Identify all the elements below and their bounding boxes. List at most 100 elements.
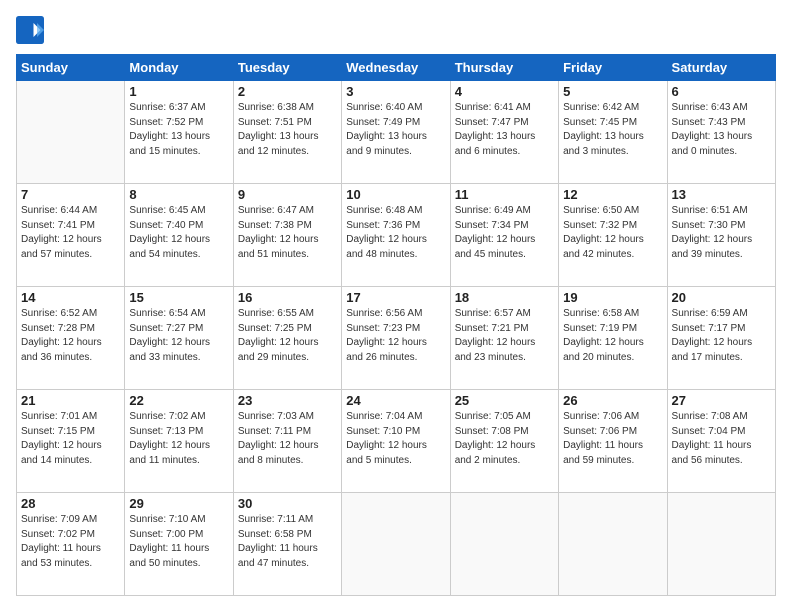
calendar-cell: 18 Sunrise: 6:57 AM Sunset: 7:21 PM Dayli… xyxy=(450,287,558,390)
day-info: Sunrise: 7:11 AM Sunset: 6:58 PM Dayligh… xyxy=(238,513,337,571)
day-info: Sunrise: 6:52 AM Sunset: 7:28 PM Dayligh… xyxy=(21,307,120,365)
day-info: Sunrise: 6:40 AM Sunset: 7:49 PM Dayligh… xyxy=(346,101,445,159)
day-number: 19 xyxy=(563,290,662,305)
day-number: 9 xyxy=(238,187,337,202)
day-info: Sunrise: 7:05 AM Sunset: 7:08 PM Dayligh… xyxy=(455,410,554,468)
day-number: 20 xyxy=(672,290,771,305)
day-info: Sunrise: 6:43 AM Sunset: 7:43 PM Dayligh… xyxy=(672,101,771,159)
day-number: 7 xyxy=(21,187,120,202)
day-number: 29 xyxy=(129,496,228,511)
day-number: 3 xyxy=(346,84,445,99)
weekday-header: Friday xyxy=(559,55,667,81)
day-number: 23 xyxy=(238,393,337,408)
calendar-cell: 27 Sunrise: 7:08 AM Sunset: 7:04 PM Dayli… xyxy=(667,390,775,493)
day-info: Sunrise: 6:44 AM Sunset: 7:41 PM Dayligh… xyxy=(21,204,120,262)
calendar-cell: 7 Sunrise: 6:44 AM Sunset: 7:41 PM Daylig… xyxy=(17,184,125,287)
calendar-cell: 4 Sunrise: 6:41 AM Sunset: 7:47 PM Daylig… xyxy=(450,81,558,184)
calendar-cell: 30 Sunrise: 7:11 AM Sunset: 6:58 PM Dayli… xyxy=(233,493,341,596)
day-info: Sunrise: 6:49 AM Sunset: 7:34 PM Dayligh… xyxy=(455,204,554,262)
day-number: 14 xyxy=(21,290,120,305)
day-number: 18 xyxy=(455,290,554,305)
day-info: Sunrise: 6:56 AM Sunset: 7:23 PM Dayligh… xyxy=(346,307,445,365)
day-number: 17 xyxy=(346,290,445,305)
day-info: Sunrise: 6:54 AM Sunset: 7:27 PM Dayligh… xyxy=(129,307,228,365)
day-number: 26 xyxy=(563,393,662,408)
calendar-cell xyxy=(342,493,450,596)
calendar-cell: 9 Sunrise: 6:47 AM Sunset: 7:38 PM Daylig… xyxy=(233,184,341,287)
day-info: Sunrise: 6:38 AM Sunset: 7:51 PM Dayligh… xyxy=(238,101,337,159)
day-info: Sunrise: 7:10 AM Sunset: 7:00 PM Dayligh… xyxy=(129,513,228,571)
calendar-cell: 26 Sunrise: 7:06 AM Sunset: 7:06 PM Dayli… xyxy=(559,390,667,493)
calendar-cell: 11 Sunrise: 6:49 AM Sunset: 7:34 PM Dayli… xyxy=(450,184,558,287)
day-info: Sunrise: 7:09 AM Sunset: 7:02 PM Dayligh… xyxy=(21,513,120,571)
calendar-cell: 10 Sunrise: 6:48 AM Sunset: 7:36 PM Dayli… xyxy=(342,184,450,287)
weekday-header: Sunday xyxy=(17,55,125,81)
calendar-cell xyxy=(450,493,558,596)
day-number: 11 xyxy=(455,187,554,202)
day-info: Sunrise: 6:58 AM Sunset: 7:19 PM Dayligh… xyxy=(563,307,662,365)
calendar-cell: 6 Sunrise: 6:43 AM Sunset: 7:43 PM Daylig… xyxy=(667,81,775,184)
weekday-header: Thursday xyxy=(450,55,558,81)
day-info: Sunrise: 6:55 AM Sunset: 7:25 PM Dayligh… xyxy=(238,307,337,365)
logo xyxy=(16,16,46,44)
day-number: 10 xyxy=(346,187,445,202)
calendar-cell xyxy=(17,81,125,184)
calendar-cell: 20 Sunrise: 6:59 AM Sunset: 7:17 PM Dayli… xyxy=(667,287,775,390)
day-number: 24 xyxy=(346,393,445,408)
day-number: 16 xyxy=(238,290,337,305)
calendar-cell: 21 Sunrise: 7:01 AM Sunset: 7:15 PM Dayli… xyxy=(17,390,125,493)
calendar-cell: 17 Sunrise: 6:56 AM Sunset: 7:23 PM Dayli… xyxy=(342,287,450,390)
day-number: 2 xyxy=(238,84,337,99)
day-info: Sunrise: 6:37 AM Sunset: 7:52 PM Dayligh… xyxy=(129,101,228,159)
day-number: 4 xyxy=(455,84,554,99)
calendar-cell: 1 Sunrise: 6:37 AM Sunset: 7:52 PM Daylig… xyxy=(125,81,233,184)
day-number: 28 xyxy=(21,496,120,511)
calendar-cell: 12Sunrise: 6:50 AM Sunset: 7:32 PM Dayli… xyxy=(559,184,667,287)
weekday-header: Monday xyxy=(125,55,233,81)
calendar-cell: 25 Sunrise: 7:05 AM Sunset: 7:08 PM Dayli… xyxy=(450,390,558,493)
day-number: 30 xyxy=(238,496,337,511)
calendar-cell xyxy=(667,493,775,596)
day-info: Sunrise: 7:02 AM Sunset: 7:13 PM Dayligh… xyxy=(129,410,228,468)
day-info: Sunrise: 7:01 AM Sunset: 7:15 PM Dayligh… xyxy=(21,410,120,468)
day-info: Sunrise: 6:45 AM Sunset: 7:40 PM Dayligh… xyxy=(129,204,228,262)
calendar-cell: 23 Sunrise: 7:03 AM Sunset: 7:11 PM Dayli… xyxy=(233,390,341,493)
calendar-table: SundayMondayTuesdayWednesdayThursdayFrid… xyxy=(16,54,776,596)
day-info: Sunrise: 7:08 AM Sunset: 7:04 PM Dayligh… xyxy=(672,410,771,468)
day-info: Sunrise: 6:57 AM Sunset: 7:21 PM Dayligh… xyxy=(455,307,554,365)
day-number: 15 xyxy=(129,290,228,305)
day-info: Sunrise: 6:47 AM Sunset: 7:38 PM Dayligh… xyxy=(238,204,337,262)
logo-icon xyxy=(16,16,44,44)
calendar-cell: 13 Sunrise: 6:51 AM Sunset: 7:30 PM Dayli… xyxy=(667,184,775,287)
day-info: Sunrise: 6:51 AM Sunset: 7:30 PM Dayligh… xyxy=(672,204,771,262)
calendar-cell: 14 Sunrise: 6:52 AM Sunset: 7:28 PM Dayli… xyxy=(17,287,125,390)
day-number: 21 xyxy=(21,393,120,408)
day-number: 25 xyxy=(455,393,554,408)
calendar-cell: 22 Sunrise: 7:02 AM Sunset: 7:13 PM Dayli… xyxy=(125,390,233,493)
day-number: 12 xyxy=(563,187,662,202)
day-info: Sunrise: 6:59 AM Sunset: 7:17 PM Dayligh… xyxy=(672,307,771,365)
day-info: Sunrise: 6:48 AM Sunset: 7:36 PM Dayligh… xyxy=(346,204,445,262)
calendar-cell: 16 Sunrise: 6:55 AM Sunset: 7:25 PM Dayli… xyxy=(233,287,341,390)
day-number: 27 xyxy=(672,393,771,408)
calendar-cell: 3 Sunrise: 6:40 AM Sunset: 7:49 PM Daylig… xyxy=(342,81,450,184)
calendar-cell xyxy=(559,493,667,596)
day-info: Sunrise: 7:03 AM Sunset: 7:11 PM Dayligh… xyxy=(238,410,337,468)
day-number: 22 xyxy=(129,393,228,408)
calendar-cell: 8Sunrise: 6:45 AM Sunset: 7:40 PM Daylig… xyxy=(125,184,233,287)
calendar-cell: 15 Sunrise: 6:54 AM Sunset: 7:27 PM Dayli… xyxy=(125,287,233,390)
calendar-cell: 5 Sunrise: 6:42 AM Sunset: 7:45 PM Daylig… xyxy=(559,81,667,184)
day-number: 5 xyxy=(563,84,662,99)
day-info: Sunrise: 7:04 AM Sunset: 7:10 PM Dayligh… xyxy=(346,410,445,468)
day-info: Sunrise: 7:06 AM Sunset: 7:06 PM Dayligh… xyxy=(563,410,662,468)
day-number: 13 xyxy=(672,187,771,202)
calendar-cell: 2 Sunrise: 6:38 AM Sunset: 7:51 PM Daylig… xyxy=(233,81,341,184)
day-number: 1 xyxy=(129,84,228,99)
calendar-cell: 28 Sunrise: 7:09 AM Sunset: 7:02 PM Dayli… xyxy=(17,493,125,596)
weekday-header: Tuesday xyxy=(233,55,341,81)
day-info: Sunrise: 6:42 AM Sunset: 7:45 PM Dayligh… xyxy=(563,101,662,159)
weekday-header: Saturday xyxy=(667,55,775,81)
day-info: Sunrise: 6:41 AM Sunset: 7:47 PM Dayligh… xyxy=(455,101,554,159)
day-number: 6 xyxy=(672,84,771,99)
calendar-cell: 19 Sunrise: 6:58 AM Sunset: 7:19 PM Dayli… xyxy=(559,287,667,390)
